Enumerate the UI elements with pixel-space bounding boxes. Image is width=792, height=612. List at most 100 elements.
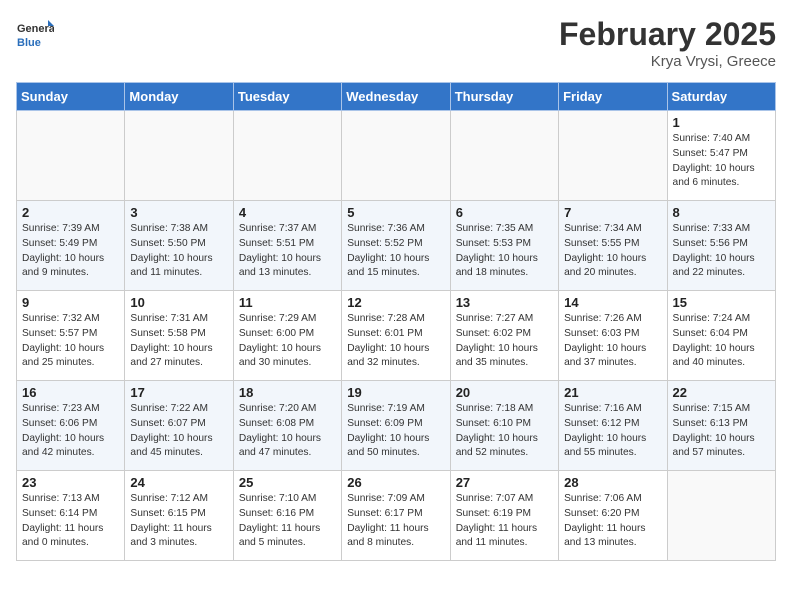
logo-svg: General Blue	[16, 16, 54, 54]
calendar-header-row: SundayMondayTuesdayWednesdayThursdayFrid…	[17, 83, 776, 111]
calendar-cell	[450, 111, 558, 201]
day-info: Sunrise: 7:24 AMSunset: 6:04 PMDaylight:…	[673, 312, 770, 371]
calendar-cell	[17, 111, 125, 201]
day-info: Sunrise: 7:31 AMSunset: 5:58 PMDaylight:…	[130, 312, 227, 371]
day-number: 4	[239, 205, 336, 220]
calendar-cell: 16 Sunrise: 7:23 AMSunset: 6:06 PMDayligh…	[17, 381, 125, 471]
day-number: 1	[673, 115, 770, 130]
day-number: 12	[347, 295, 444, 310]
calendar-cell: 9Sunrise: 7:32 AMSunset: 5:57 PMDaylight…	[17, 291, 125, 381]
day-info: Sunrise: 7:28 AMSunset: 6:01 PMDaylight:…	[347, 312, 444, 371]
day-info: Sunrise: 7:12 AMSunset: 6:15 PMDaylight:…	[130, 492, 227, 551]
col-header-monday: Monday	[125, 83, 233, 111]
day-number: 15	[673, 295, 770, 310]
day-info: Sunrise: 7:29 AMSunset: 6:00 PMDaylight:…	[239, 312, 336, 371]
col-header-saturday: Saturday	[667, 83, 775, 111]
day-number: 8	[673, 205, 770, 220]
day-info: Sunrise: 7:20 AMSunset: 6:08 PMDaylight:…	[239, 402, 336, 461]
day-number: 11	[239, 295, 336, 310]
day-number: 14	[564, 295, 661, 310]
calendar-cell: 7 Sunrise: 7:34 AMSunset: 5:55 PMDaylight…	[559, 201, 667, 291]
calendar-cell: 6 Sunrise: 7:35 AMSunset: 5:53 PMDaylight…	[450, 201, 558, 291]
day-info: Sunrise: 7:19 AMSunset: 6:09 PMDaylight:…	[347, 402, 444, 461]
day-info: Sunrise: 7:15 AMSunset: 6:13 PMDaylight:…	[673, 402, 770, 461]
col-header-tuesday: Tuesday	[233, 83, 341, 111]
calendar-cell: 18 Sunrise: 7:20 AMSunset: 6:08 PMDayligh…	[233, 381, 341, 471]
day-number: 13	[456, 295, 553, 310]
calendar-cell: 24 Sunrise: 7:12 AMSunset: 6:15 PMDayligh…	[125, 471, 233, 561]
calendar-cell: 8 Sunrise: 7:33 AMSunset: 5:56 PMDaylight…	[667, 201, 775, 291]
day-number: 6	[456, 205, 553, 220]
calendar-cell: 12 Sunrise: 7:28 AMSunset: 6:01 PMDayligh…	[342, 291, 450, 381]
day-number: 2	[22, 205, 119, 220]
day-number: 20	[456, 385, 553, 400]
calendar-cell: 13 Sunrise: 7:27 AMSunset: 6:02 PMDayligh…	[450, 291, 558, 381]
day-number: 25	[239, 475, 336, 490]
calendar-week-row: 2 Sunrise: 7:39 AMSunset: 5:49 PMDaylight…	[17, 201, 776, 291]
day-info: Sunrise: 7:37 AMSunset: 5:51 PMDaylight:…	[239, 222, 336, 281]
day-info: Sunrise: 7:34 AMSunset: 5:55 PMDaylight:…	[564, 222, 661, 281]
calendar-cell: 28 Sunrise: 7:06 AMSunset: 6:20 PMDayligh…	[559, 471, 667, 561]
day-info: Sunrise: 7:10 AMSunset: 6:16 PMDaylight:…	[239, 492, 336, 551]
day-info: Sunrise: 7:35 AMSunset: 5:53 PMDaylight:…	[456, 222, 553, 281]
calendar-cell: 23Sunrise: 7:13 AMSunset: 6:14 PMDayligh…	[17, 471, 125, 561]
day-info: Sunrise: 7:09 AMSunset: 6:17 PMDaylight:…	[347, 492, 444, 551]
location: Krya Vrysi, Greece	[559, 53, 776, 70]
day-info: Sunrise: 7:23 AMSunset: 6:06 PMDaylight:…	[22, 402, 119, 461]
day-number: 24	[130, 475, 227, 490]
day-number: 3	[130, 205, 227, 220]
title-block: February 2025 Krya Vrysi, Greece	[559, 16, 776, 70]
calendar-cell: 17 Sunrise: 7:22 AMSunset: 6:07 PMDayligh…	[125, 381, 233, 471]
day-info: Sunrise: 7:27 AMSunset: 6:02 PMDaylight:…	[456, 312, 553, 371]
calendar-week-row: 9Sunrise: 7:32 AMSunset: 5:57 PMDaylight…	[17, 291, 776, 381]
day-number: 5	[347, 205, 444, 220]
calendar-cell: 10Sunrise: 7:31 AMSunset: 5:58 PMDayligh…	[125, 291, 233, 381]
day-number: 27	[456, 475, 553, 490]
day-number: 19	[347, 385, 444, 400]
day-info: Sunrise: 7:33 AMSunset: 5:56 PMDaylight:…	[673, 222, 770, 281]
day-number: 26	[347, 475, 444, 490]
day-number: 18	[239, 385, 336, 400]
day-info: Sunrise: 7:26 AMSunset: 6:03 PMDaylight:…	[564, 312, 661, 371]
calendar-cell: 27 Sunrise: 7:07 AMSunset: 6:19 PMDayligh…	[450, 471, 558, 561]
calendar-cell: 22Sunrise: 7:15 AMSunset: 6:13 PMDayligh…	[667, 381, 775, 471]
calendar-table: SundayMondayTuesdayWednesdayThursdayFrid…	[16, 82, 776, 561]
col-header-thursday: Thursday	[450, 83, 558, 111]
month-title: February 2025	[559, 16, 776, 53]
calendar-cell: 19 Sunrise: 7:19 AMSunset: 6:09 PMDayligh…	[342, 381, 450, 471]
calendar-cell: 1 Sunrise: 7:40 AMSunset: 5:47 PMDaylight…	[667, 111, 775, 201]
day-info: Sunrise: 7:07 AMSunset: 6:19 PMDaylight:…	[456, 492, 553, 551]
calendar-cell	[125, 111, 233, 201]
calendar-cell: 21Sunrise: 7:16 AMSunset: 6:12 PMDayligh…	[559, 381, 667, 471]
logo: General Blue	[16, 16, 54, 54]
day-number: 21	[564, 385, 661, 400]
calendar-cell: 3Sunrise: 7:38 AMSunset: 5:50 PMDaylight…	[125, 201, 233, 291]
day-info: Sunrise: 7:06 AMSunset: 6:20 PMDaylight:…	[564, 492, 661, 551]
day-number: 9	[22, 295, 119, 310]
day-info: Sunrise: 7:39 AMSunset: 5:49 PMDaylight:…	[22, 222, 119, 281]
calendar-week-row: 1 Sunrise: 7:40 AMSunset: 5:47 PMDaylight…	[17, 111, 776, 201]
day-info: Sunrise: 7:13 AMSunset: 6:14 PMDaylight:…	[22, 492, 119, 551]
calendar-cell: 14 Sunrise: 7:26 AMSunset: 6:03 PMDayligh…	[559, 291, 667, 381]
calendar-cell	[667, 471, 775, 561]
day-info: Sunrise: 7:40 AMSunset: 5:47 PMDaylight:…	[673, 132, 770, 191]
day-number: 16	[22, 385, 119, 400]
calendar-cell: 4 Sunrise: 7:37 AMSunset: 5:51 PMDaylight…	[233, 201, 341, 291]
day-info: Sunrise: 7:18 AMSunset: 6:10 PMDaylight:…	[456, 402, 553, 461]
calendar-cell: 5 Sunrise: 7:36 AMSunset: 5:52 PMDaylight…	[342, 201, 450, 291]
calendar-cell: 15 Sunrise: 7:24 AMSunset: 6:04 PMDayligh…	[667, 291, 775, 381]
page-header: General Blue February 2025 Krya Vrysi, G…	[16, 16, 776, 70]
day-number: 17	[130, 385, 227, 400]
col-header-sunday: Sunday	[17, 83, 125, 111]
calendar-week-row: 16 Sunrise: 7:23 AMSunset: 6:06 PMDayligh…	[17, 381, 776, 471]
svg-text:Blue: Blue	[17, 37, 41, 49]
calendar-cell: 11 Sunrise: 7:29 AMSunset: 6:00 PMDayligh…	[233, 291, 341, 381]
day-number: 28	[564, 475, 661, 490]
day-info: Sunrise: 7:22 AMSunset: 6:07 PMDaylight:…	[130, 402, 227, 461]
day-number: 7	[564, 205, 661, 220]
calendar-cell: 2 Sunrise: 7:39 AMSunset: 5:49 PMDaylight…	[17, 201, 125, 291]
calendar-cell	[342, 111, 450, 201]
day-info: Sunrise: 7:36 AMSunset: 5:52 PMDaylight:…	[347, 222, 444, 281]
col-header-friday: Friday	[559, 83, 667, 111]
col-header-wednesday: Wednesday	[342, 83, 450, 111]
